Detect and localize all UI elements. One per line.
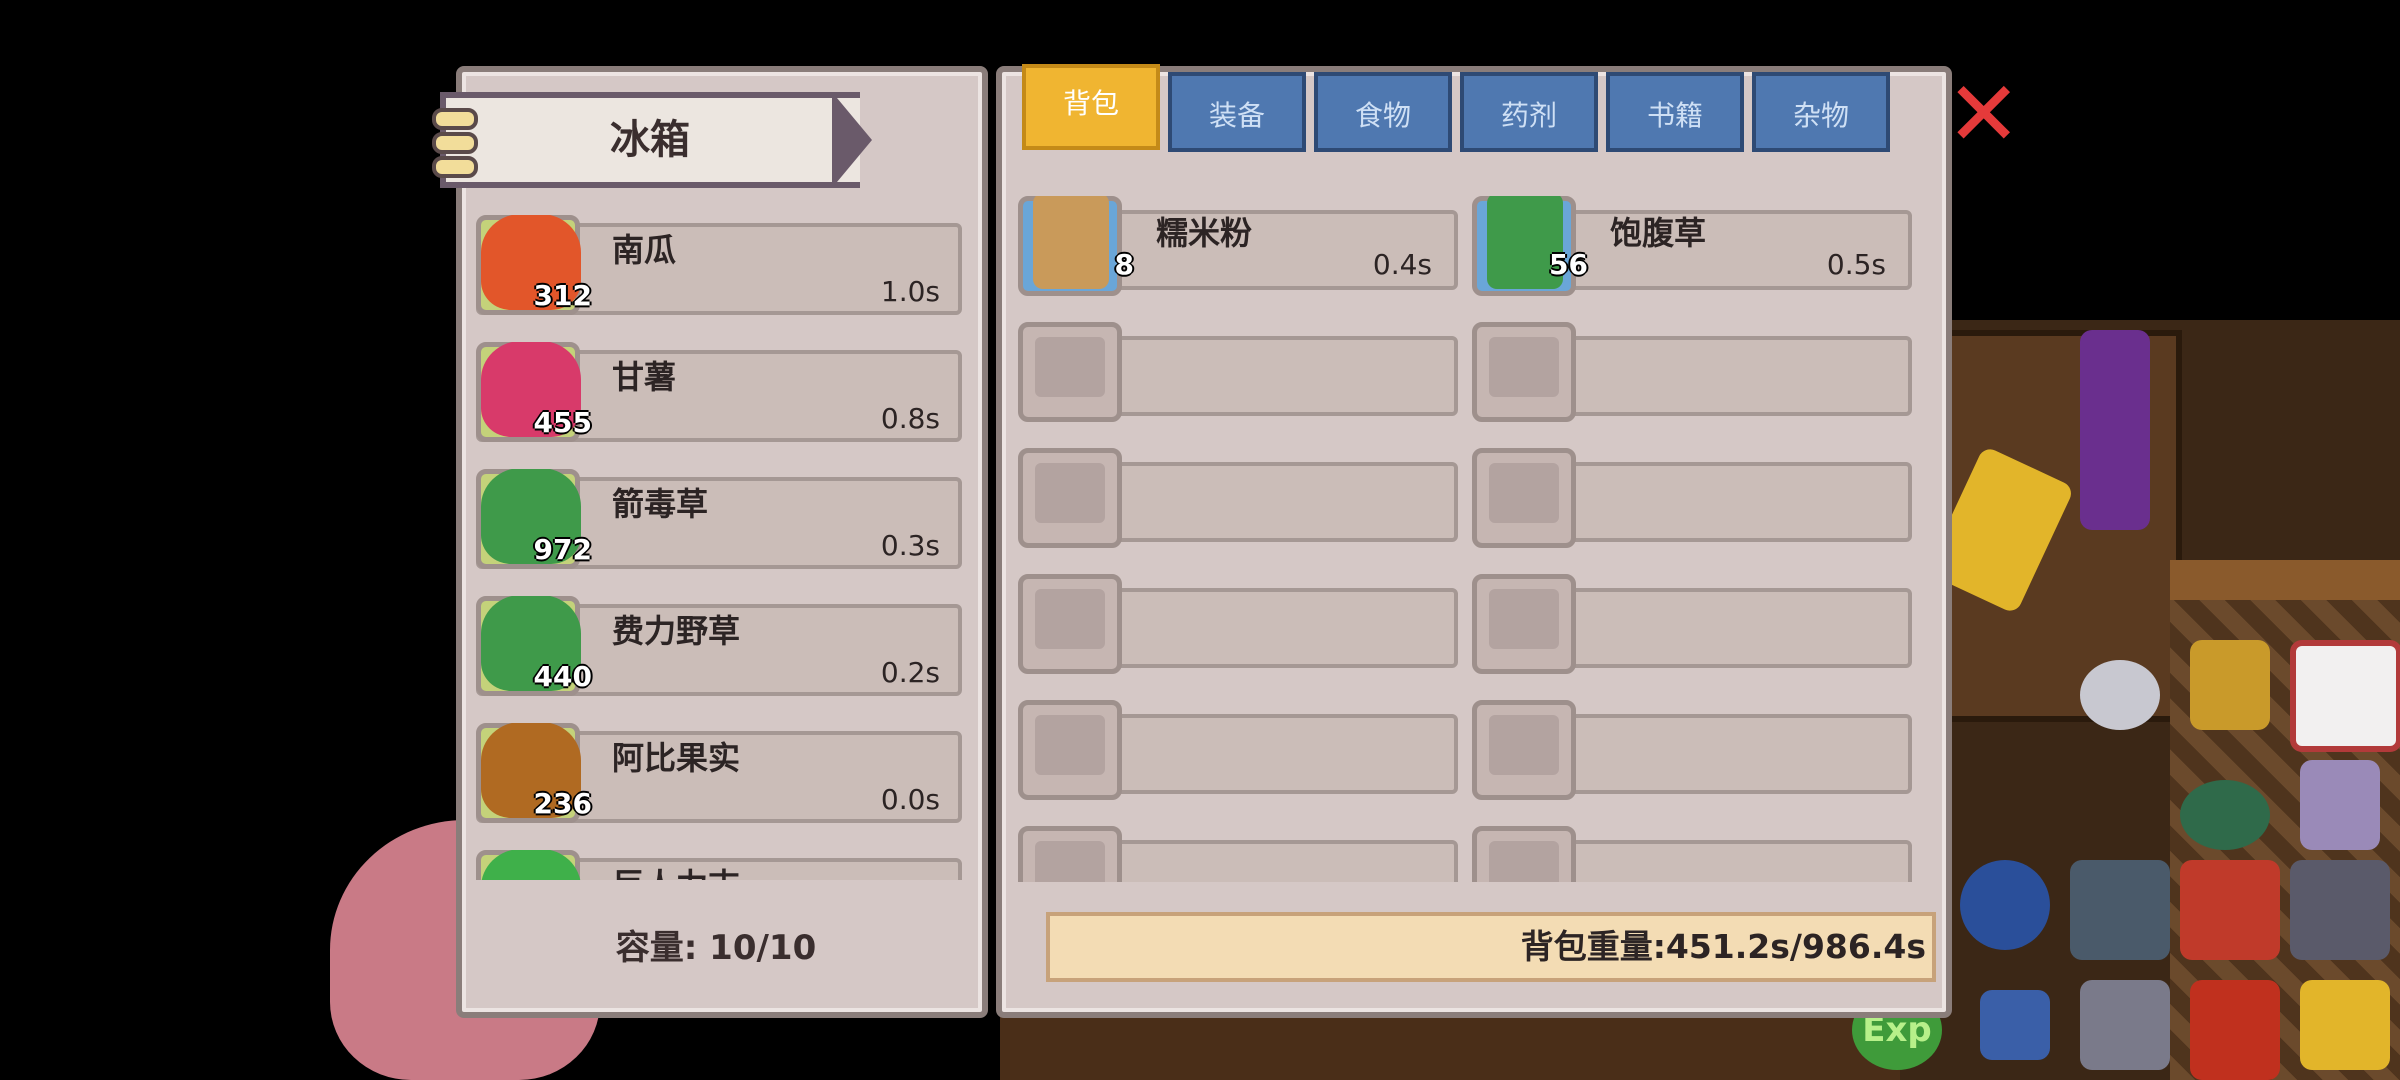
item-slot <box>476 850 581 880</box>
item-count: 972 <box>533 533 592 566</box>
bag-empty-slot[interactable] <box>1018 700 1462 810</box>
item-name: 甘薯 <box>612 358 677 396</box>
item-slot <box>1472 700 1576 800</box>
tab-4[interactable]: 书籍 <box>1606 72 1744 152</box>
bag-empty-slot[interactable] <box>1472 322 1916 432</box>
item-time: 0.0s <box>880 783 940 816</box>
item-time: 0.5s <box>1826 248 1886 281</box>
gun-icon <box>2290 860 2390 960</box>
item-time: 0.4s <box>1372 248 1432 281</box>
tab-0[interactable]: 背包 <box>1022 64 1160 150</box>
tab-2[interactable]: 食物 <box>1314 72 1452 152</box>
item-slot <box>1472 826 1576 882</box>
purple-creature-icon <box>2300 760 2380 850</box>
tab-5[interactable]: 杂物 <box>1752 72 1890 152</box>
item-name: 阿比果实 <box>612 739 741 777</box>
item-time: 0.3s <box>880 529 940 562</box>
tab-1[interactable]: 装备 <box>1168 72 1306 152</box>
item-slot <box>1472 196 1576 296</box>
item-count: 312 <box>533 279 592 312</box>
item-slot <box>1018 574 1122 674</box>
bag-empty-slot[interactable] <box>1018 448 1462 558</box>
background-furniture <box>1000 1010 1900 1080</box>
bag-empty-slot[interactable] <box>1018 826 1462 882</box>
bag-empty-slot[interactable] <box>1472 826 1916 882</box>
fortune-charm-icon <box>2190 980 2280 1080</box>
fridge-item-row[interactable]: 巨人力吉 <box>476 850 966 880</box>
fridge-item-row[interactable]: 南瓜 312 1.0s <box>476 215 966 325</box>
boots-icon <box>2300 980 2390 1070</box>
item-count: 440 <box>533 660 592 693</box>
shell-icon <box>2180 780 2270 850</box>
bag-item-row[interactable]: 糯米粉 8 0.4s <box>1018 196 1462 306</box>
item-slot <box>1018 826 1122 882</box>
bag-empty-slot[interactable] <box>1018 322 1462 432</box>
item-name: 巨人力吉 <box>612 860 740 880</box>
item-slot <box>1472 448 1576 548</box>
item-slot <box>1018 700 1122 800</box>
fridge-item-row[interactable]: 阿比果实 236 0.0s <box>476 723 966 833</box>
item-slot <box>1018 448 1122 548</box>
medkit-icon <box>2290 640 2400 752</box>
item-count: 8 <box>1114 248 1134 281</box>
item-count: 455 <box>533 406 592 439</box>
armor-icon <box>2180 860 2280 960</box>
violin-icon <box>2080 330 2150 530</box>
totem-icon <box>2190 640 2270 730</box>
blue-sack-icon <box>1960 860 2050 950</box>
bag-item-row[interactable]: 饱腹草 56 0.5s <box>1472 196 1916 306</box>
fridge-item-row[interactable]: 甘薯 455 0.8s <box>476 342 966 452</box>
item-time: 0.2s <box>880 656 940 689</box>
bag-weight: 背包重量:451.2s/986.4s <box>1520 927 1926 966</box>
bag-empty-slot[interactable] <box>1472 700 1916 810</box>
bag-empty-slot[interactable] <box>1018 574 1462 684</box>
tab-3[interactable]: 药剂 <box>1460 72 1598 152</box>
bag-icon <box>1980 990 2050 1060</box>
item-slot <box>1472 322 1576 422</box>
item-name: 饱腹草 <box>1610 214 1707 252</box>
close-button[interactable]: ✕ <box>1946 70 2021 160</box>
item-name: 南瓜 <box>612 231 677 269</box>
item-slot <box>1018 196 1122 296</box>
fridge-capacity: 容量: 10/10 <box>615 928 817 968</box>
item-slot <box>1018 322 1122 422</box>
item-name: 糯米粉 <box>1156 214 1253 252</box>
headphones-icon <box>2080 660 2160 730</box>
crossbow-icon <box>2070 860 2170 960</box>
item-time: 1.0s <box>880 275 940 308</box>
bag-empty-slot[interactable] <box>1472 448 1916 558</box>
fridge-title: 冰箱 <box>610 117 690 163</box>
gear-creature-icon <box>2080 980 2170 1070</box>
green-plant-icon <box>481 850 581 880</box>
item-time: 0.8s <box>880 402 940 435</box>
item-name: 费力野草 <box>612 612 741 650</box>
item-count: 56 <box>1549 248 1588 281</box>
item-name: 箭毒草 <box>612 485 709 523</box>
bag-empty-slot[interactable] <box>1472 574 1916 684</box>
fridge-item-row[interactable]: 费力野草 440 0.2s <box>476 596 966 706</box>
item-slot <box>1472 574 1576 674</box>
background-shelf <box>2170 560 2400 600</box>
fridge-item-row[interactable]: 箭毒草 972 0.3s <box>476 469 966 579</box>
item-count: 236 <box>533 787 592 820</box>
